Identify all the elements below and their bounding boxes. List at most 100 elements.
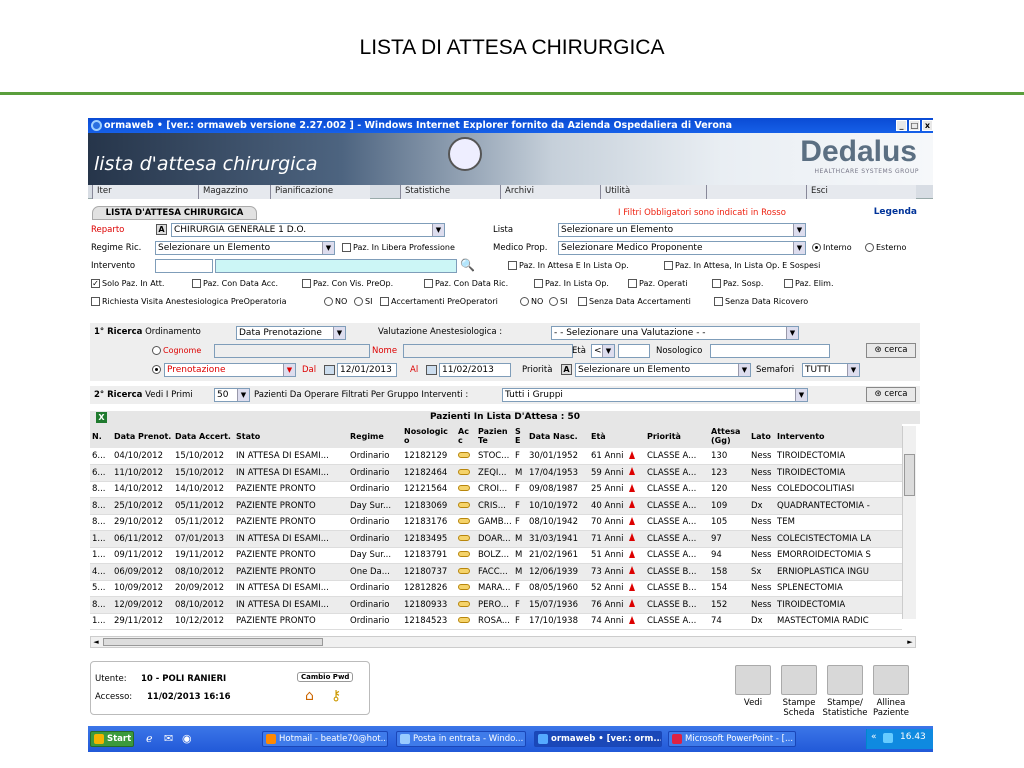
check-vis-preop[interactable]: Paz. Con Vis. PreOp. [302, 277, 393, 291]
column-header[interactable]: S E [513, 424, 527, 448]
menu-pianificazione[interactable]: Pianificazione [270, 185, 370, 199]
checkbox-checked[interactable]: ✓ [91, 279, 100, 288]
nosologico-input[interactable] [710, 344, 830, 358]
dal-date-input[interactable]: 12/01/2013 [337, 363, 397, 377]
horizontal-scrollbar[interactable]: ◄ ► [90, 636, 916, 648]
medico-select[interactable]: Selezionare Medico Proponente ▼ [558, 241, 806, 255]
esterno-radio[interactable]: Esterno [865, 241, 906, 255]
table-row[interactable]: 8... 12/09/2012 08/10/2012 IN ATTESA DI ESA… [90, 596, 902, 614]
attesa-lista-option[interactable]: Paz. In Attesa E In Lista Op. [508, 259, 629, 273]
nome-input[interactable] [403, 344, 573, 358]
intervento-code-input[interactable] [155, 259, 213, 273]
table-row[interactable]: 8... 29/10/2012 05/11/2012 PAZIENTE PRONTO O… [90, 514, 902, 531]
column-header[interactable]: Lato [749, 424, 775, 448]
checkbox[interactable] [192, 279, 201, 288]
gruppo-select[interactable]: Tutti i Gruppi ▼ [502, 388, 808, 402]
prenotazione-select[interactable]: Prenotazione ▼ [164, 363, 296, 377]
quicklaunch-mail-icon[interactable]: ✉ [164, 732, 173, 745]
priorita-select[interactable]: Selezionare un Elemento ▼ [575, 363, 751, 377]
column-header[interactable]: Età [589, 424, 627, 448]
tab-lista-attesa[interactable]: LISTA D'ATTESA CHIRURGICA [92, 206, 257, 220]
accert-no-radio[interactable]: NO [520, 295, 543, 309]
allinea-paziente-tool[interactable]: Allinea Paziente [868, 665, 914, 718]
excel-export-icon[interactable]: X [96, 412, 107, 423]
senza-ricovero-option[interactable]: Senza Data Ricovero [714, 295, 808, 309]
table-row[interactable]: 5... 10/09/2012 20/09/2012 IN ATTESA DI ESA… [90, 580, 902, 597]
senza-accert-option[interactable]: Senza Data Accertamenti [578, 295, 691, 309]
quicklaunch-ie-icon[interactable]: ℯ [146, 732, 153, 745]
hscroll-thumb[interactable] [103, 638, 323, 646]
key-icon[interactable]: ⚷ [331, 688, 341, 704]
cerca-button-2[interactable]: ⊛ cerca [866, 387, 916, 402]
menu-magazzino[interactable]: Magazzino [198, 185, 270, 199]
table-row[interactable]: 6... 04/10/2012 15/10/2012 IN ATTESA DI ESA… [90, 448, 902, 465]
task-powerpoint[interactable]: Microsoft PowerPoint - [... [668, 731, 796, 747]
valutazione-select[interactable]: - - Selezionare una Valutazione - - ▼ [551, 326, 799, 340]
menu-utilita[interactable]: Utilità [600, 185, 706, 199]
intervento-input[interactable] [215, 259, 457, 273]
table-row[interactable]: 1... 09/11/2012 19/11/2012 PAZIENTE PRONTO D… [90, 547, 902, 564]
check-data-acc[interactable]: Paz. Con Data Acc. [192, 277, 278, 291]
table-row[interactable]: 1... 06/11/2012 07/01/2013 IN ATTESA DI ESA… [90, 530, 902, 548]
attesa-sospesi-option[interactable]: Paz. In Attesa, In Lista Op. E Sospesi [664, 259, 820, 273]
task-hotmail[interactable]: Hotmail - beatle70@hot... [262, 731, 388, 747]
task-ormaweb[interactable]: ormaweb • [ver.: orm... [534, 731, 662, 747]
minimize-button[interactable]: _ [896, 120, 907, 131]
column-header[interactable]: N. [90, 424, 112, 448]
column-header[interactable]: Ac c [456, 424, 476, 448]
stampe-scheda-tool[interactable]: Stampe Scheda [776, 665, 822, 718]
column-header[interactable] [627, 424, 645, 448]
stampe-statistiche-tool[interactable]: Stampe/ Statistiche [822, 665, 868, 718]
vedi-tool[interactable]: Vedi [730, 665, 776, 708]
radio[interactable] [865, 243, 874, 252]
semafori-select[interactable]: TUTTI ▼ [802, 363, 860, 377]
table-row[interactable]: 1... 29/11/2012 10/12/2012 PAZIENTE PRONTO O… [90, 613, 902, 630]
column-header[interactable]: Data Prenot. [112, 424, 173, 448]
maximize-button[interactable]: □ [909, 120, 920, 131]
checkbox[interactable] [508, 261, 517, 270]
check-operati[interactable]: Paz. Operati [628, 277, 688, 291]
radio[interactable] [520, 297, 529, 306]
checkbox[interactable] [628, 279, 637, 288]
checkbox[interactable] [424, 279, 433, 288]
table-row[interactable]: 8... 14/10/2012 14/10/2012 PAZIENTE PRONTO O… [90, 481, 902, 498]
start-button[interactable]: Start [90, 731, 134, 747]
radio[interactable] [324, 297, 333, 306]
menu-statistiche[interactable]: Statistiche [400, 185, 500, 199]
checkbox[interactable] [380, 297, 389, 306]
column-header[interactable]: Pazien Te [476, 424, 513, 448]
cognome-input[interactable] [214, 344, 370, 358]
reparto-select[interactable]: CHIRURGIA GENERALE 1 D.O. ▼ [171, 223, 445, 237]
home-icon[interactable]: ⌂ [305, 688, 314, 704]
interno-radio[interactable]: Interno [812, 241, 852, 255]
scroll-right-icon[interactable]: ► [905, 637, 915, 647]
network-icon[interactable] [883, 733, 893, 743]
reparto-search-button[interactable]: A [156, 224, 167, 235]
table-row[interactable]: 8... 25/10/2012 05/11/2012 PAZIENTE PRONTO D… [90, 497, 902, 515]
menu-iter[interactable]: Iter [92, 185, 198, 199]
lista-select[interactable]: Selezionare un Elemento ▼ [558, 223, 806, 237]
checkbox[interactable] [302, 279, 311, 288]
search-icon[interactable]: 🔍 [460, 258, 475, 272]
priorita-button[interactable]: A [561, 364, 572, 375]
eta-operator-select[interactable]: < ▼ [591, 344, 615, 358]
checkbox[interactable] [534, 279, 543, 288]
checkbox[interactable] [784, 279, 793, 288]
check-data-ric[interactable]: Paz. Con Data Ric. [424, 277, 508, 291]
accert-si-radio[interactable]: SI [549, 295, 567, 309]
vertical-scrollbar[interactable] [902, 426, 916, 619]
column-header[interactable]: Regime [348, 424, 402, 448]
checkbox[interactable] [91, 297, 100, 306]
accert-option[interactable]: Accertamenti PreOperatori [380, 295, 498, 309]
checkbox[interactable] [712, 279, 721, 288]
scroll-left-icon[interactable]: ◄ [91, 637, 101, 647]
eta-input[interactable] [618, 344, 650, 358]
ordinamento-select[interactable]: Data Prenotazione ▼ [236, 326, 346, 340]
regime-select[interactable]: Selezionare un Elemento ▼ [155, 241, 335, 255]
prenotazione-radio[interactable] [152, 363, 163, 377]
checkbox[interactable] [714, 297, 723, 306]
close-button[interactable]: x [922, 120, 933, 131]
menu-esci[interactable]: Esci [806, 185, 916, 199]
checkbox[interactable] [578, 297, 587, 306]
visita-option[interactable]: Richiesta Visita Anestesiologica PreOper… [91, 295, 287, 309]
